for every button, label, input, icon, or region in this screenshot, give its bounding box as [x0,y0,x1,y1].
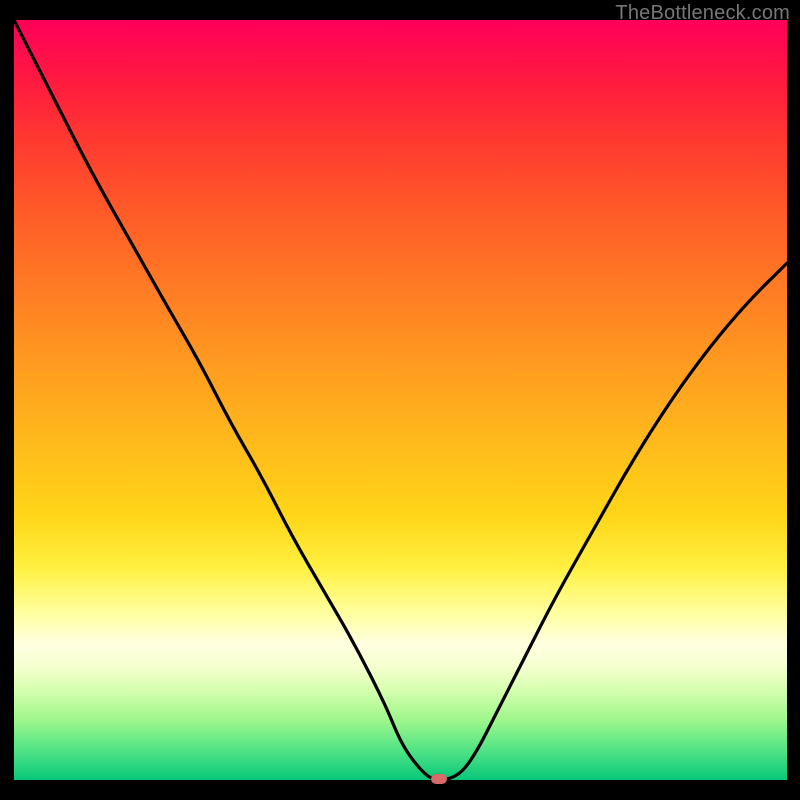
bottleneck-curve [14,20,787,780]
optimal-point-marker [431,774,447,784]
curve-path [14,20,787,780]
chart-stage: TheBottleneck.com [0,0,800,800]
plot-area [14,20,787,780]
